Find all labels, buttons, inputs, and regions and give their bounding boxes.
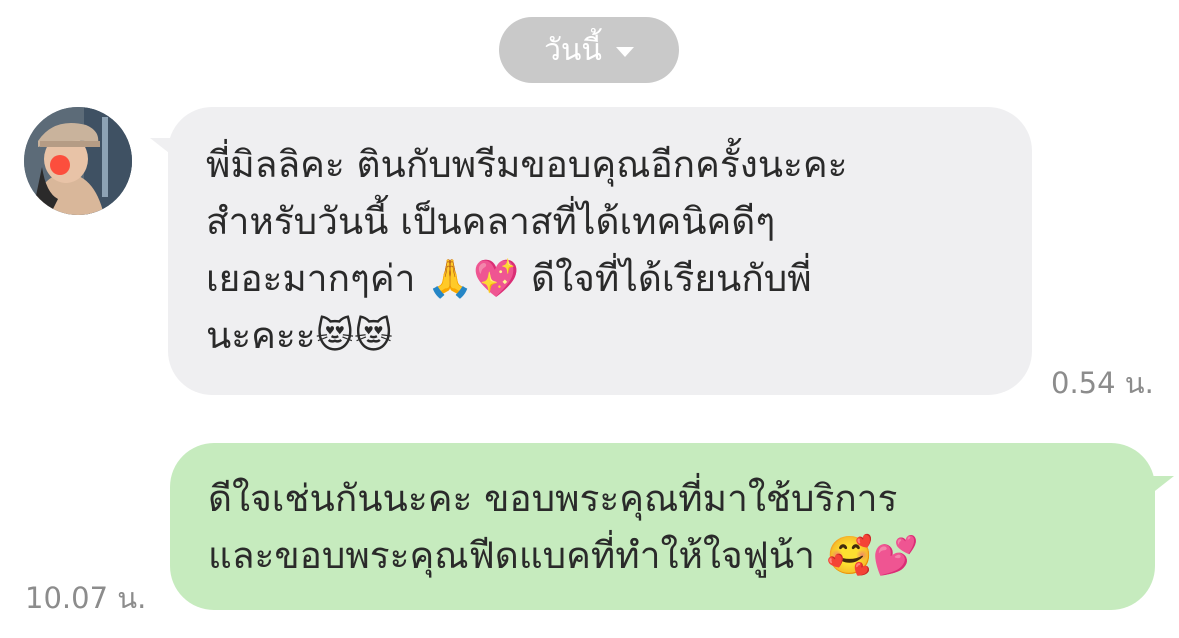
chevron-down-icon — [615, 47, 634, 57]
message-line: สำหรับวันนี้ เป็นคลาสที่ได้เทคนิคดีๆ — [206, 200, 776, 243]
message-line: ดีใจเช่นกันนะคะ ขอบพระคุณที่มาใช้บริการ — [208, 477, 898, 520]
message-line: พี่มิลลิคะ ตินกับพรีมขอบคุณอีกครั้งนะคะ — [206, 143, 848, 186]
message-timestamp: 0.54 น. — [1051, 366, 1154, 400]
date-separator-button[interactable]: วันนี้ — [499, 17, 679, 83]
chat-view: วันนี้ พี่มิลลิคะ ตินกับพรีมขอบคุณอีกครั… — [0, 0, 1179, 638]
date-label: วันนี้ — [544, 32, 602, 68]
message-line: นะคะะ😻😻 — [206, 314, 393, 357]
message-timestamp: 10.07 น. — [25, 581, 147, 615]
message-line: และขอบพระคุณฟีดแบคที่ทำให้ใจฟูน้า 🥰💕 — [208, 534, 919, 577]
message-line: เยอะมากๆค่า 🙏💖 ดีใจที่ได้เรียนกับพี่ — [206, 257, 812, 300]
incoming-message-bubble[interactable]: พี่มิลลิคะ ตินกับพรีมขอบคุณอีกครั้งนะคะ … — [168, 107, 1032, 395]
avatar-photo — [24, 107, 132, 215]
outgoing-message-bubble[interactable]: ดีใจเช่นกันนะคะ ขอบพระคุณที่มาใช้บริการ … — [170, 443, 1155, 610]
avatar[interactable] — [24, 107, 132, 215]
